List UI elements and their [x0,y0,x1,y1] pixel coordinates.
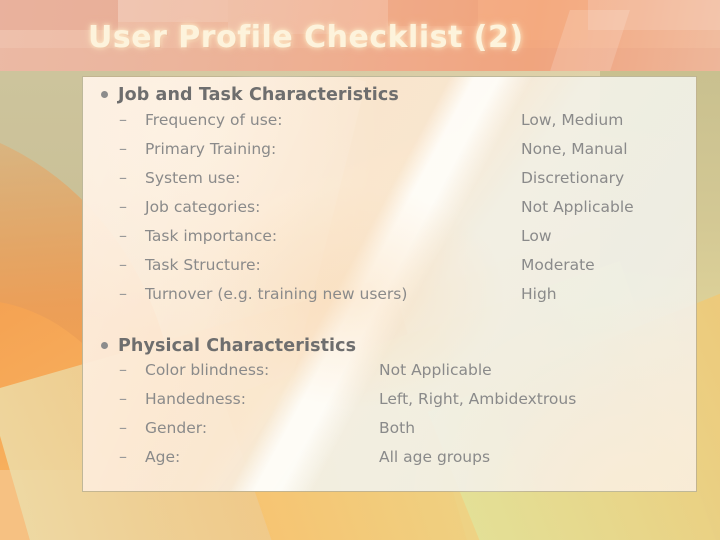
section-heading-row: Job and Task Characteristics [83,85,696,105]
slide-title: User Profile Checklist (2) [88,20,524,55]
list-item: – Job categories: Not Applicable [83,198,696,227]
dash-icon: – [119,168,127,187]
row-value: Moderate [521,256,595,274]
row-value: Both [379,419,416,437]
list-item: – Primary Training: None, Manual [83,140,696,169]
row-label: Primary Training: [145,140,277,158]
row-label: Age: [145,448,181,466]
dash-icon: – [119,389,127,408]
list-item: – Task Structure: Moderate [83,256,696,285]
section-job-and-task-characteristics: Job and Task Characteristics – Frequency… [83,85,696,314]
content-panel: Job and Task Characteristics – Frequency… [82,76,697,492]
dash-icon: – [119,110,127,129]
row-label: Turnover (e.g. training new users) [145,285,408,303]
list-item: – System use: Discretionary [83,169,696,198]
section-heading-label: Job and Task Characteristics [118,85,399,105]
row-value: Low, Medium [521,111,624,129]
list-item: – Task importance: Low [83,227,696,256]
row-value: Left, Right, Ambidextrous [379,390,577,408]
section-heading-label: Physical Characteristics [118,336,357,356]
bullet-dot-icon [101,336,118,352]
row-value: All age groups [379,448,491,466]
section-heading-row: Physical Characteristics [83,336,696,356]
list-item: – Gender: Both [83,419,696,448]
dash-icon: – [119,139,127,158]
dash-icon: – [119,360,127,379]
panel-content: Job and Task Characteristics – Frequency… [83,77,696,477]
row-label: Task importance: [145,227,278,245]
row-value: None, Manual [521,140,628,158]
physical-rows-list: – Color blindness: Not Applicable – Hand… [83,361,696,477]
row-label: Job categories: [145,198,261,216]
job-rows-list: – Frequency of use: Low, Medium – Primar… [83,111,696,314]
row-value: High [521,285,557,303]
row-label: System use: [145,169,241,187]
row-label: Gender: [145,419,208,437]
dash-icon: – [119,418,127,437]
row-label: Task Structure: [145,256,261,274]
list-item: – Turnover (e.g. training new users) Hig… [83,285,696,314]
dash-icon: – [119,226,127,245]
row-value: Discretionary [521,169,625,187]
dash-icon: – [119,255,127,274]
header-block-2 [118,0,228,22]
dash-icon: – [119,197,127,216]
dash-icon: – [119,447,127,466]
row-label: Color blindness: [145,361,270,379]
row-label: Frequency of use: [145,111,283,129]
dash-icon: – [119,284,127,303]
row-value: Low [521,227,552,245]
list-item: – Color blindness: Not Applicable [83,361,696,390]
slide-canvas: User Profile Checklist (2) Job and Task … [0,0,720,540]
list-item: – Age: All age groups [83,448,696,477]
row-label: Handedness: [145,390,246,408]
row-value: Not Applicable [379,361,492,379]
list-item: – Frequency of use: Low, Medium [83,111,696,140]
row-value: Not Applicable [521,198,634,216]
section-physical-characteristics: Physical Characteristics – Color blindne… [83,336,696,477]
bullet-dot-icon [101,85,118,101]
list-item: – Handedness: Left, Right, Ambidextrous [83,390,696,419]
